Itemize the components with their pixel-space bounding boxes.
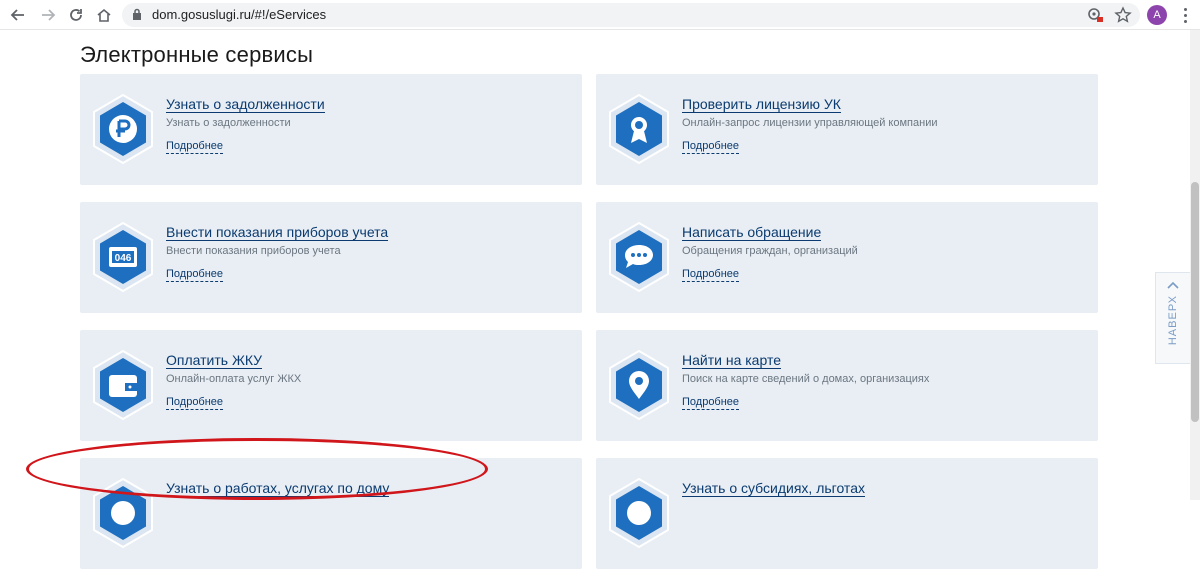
wallet-icon [92, 349, 154, 421]
lock-icon [132, 8, 142, 26]
forward-arrow-icon [42, 9, 56, 21]
card-title-link[interactable]: Узнать о задолженности [166, 96, 325, 113]
page-title: Электронные сервисы [80, 42, 314, 67]
menu-dots-icon[interactable] [1179, 5, 1191, 25]
card-description: Онлайн-оплата услуг ЖКХ [166, 373, 302, 385]
card-description: Поиск на карте сведений о домах, организ… [682, 373, 930, 385]
reload-button[interactable] [66, 5, 86, 25]
card-title-link[interactable]: Внести показания приборов учета [166, 224, 389, 241]
subsidy-icon [608, 477, 670, 549]
service-card[interactable]: Узнать о работах, услугах по дому [80, 458, 582, 569]
service-card[interactable]: Проверить лицензию УК Онлайн-запрос лицен… [596, 74, 1098, 185]
chat-icon [608, 221, 670, 293]
ruble-icon [92, 93, 154, 165]
star-bookmark-icon[interactable] [1114, 6, 1132, 29]
card-more-link[interactable]: Подробнее [166, 268, 224, 282]
service-card[interactable]: 046 Внести показания приборов учета Внести… [80, 202, 582, 313]
card-more-link[interactable]: Подробнее [682, 396, 740, 410]
card-description: Обращения граждан, организаций [682, 245, 858, 257]
home-button[interactable] [94, 5, 114, 25]
url-text: dom.gosuslugi.ru/#!/eServices [152, 7, 327, 22]
forward-button[interactable] [38, 5, 58, 25]
scroll-top-label: НАВЕРХ [1167, 295, 1179, 346]
service-card[interactable]: Написать обращение Обращения граждан, орг… [596, 202, 1098, 313]
card-more-link[interactable]: Подробнее [682, 268, 740, 282]
card-title-link[interactable]: Найти на карте [682, 352, 781, 369]
award-icon [608, 93, 670, 165]
card-title-link[interactable]: Проверить лицензию УК [682, 96, 841, 113]
works-icon [92, 477, 154, 549]
back-arrow-icon [10, 9, 24, 21]
service-card[interactable]: Узнать о задолженности Узнать о задолженн… [80, 74, 582, 185]
meter-icon: 046 [92, 221, 154, 293]
svg-text:046: 046 [115, 253, 132, 264]
back-button[interactable] [8, 5, 28, 25]
card-title-link[interactable]: Узнать о работах, услугах по дому [166, 480, 390, 497]
address-bar[interactable]: dom.gosuslugi.ru/#!/eServices [122, 3, 1140, 27]
service-card[interactable]: Оплатить ЖКУ Онлайн-оплата услуг ЖКХ Подро… [80, 330, 582, 441]
card-description: Узнать о задолженности [166, 117, 291, 129]
card-title-link[interactable]: Узнать о субсидиях, льготах [682, 480, 865, 497]
card-more-link[interactable]: Подробнее [682, 140, 740, 154]
service-card[interactable]: Узнать о субсидиях, льготах [596, 458, 1098, 569]
chevron-up-icon [1167, 281, 1179, 289]
browser-toolbar: dom.gosuslugi.ru/#!/eServices A [0, 0, 1200, 30]
card-description: Внести показания приборов учета [166, 245, 341, 257]
card-description: Онлайн-запрос лицензии управляющей компа… [682, 117, 938, 129]
profile-avatar[interactable]: A [1147, 5, 1167, 25]
home-icon [97, 8, 111, 22]
card-more-link[interactable]: Подробнее [166, 396, 224, 410]
card-more-link[interactable]: Подробнее [166, 140, 224, 154]
map-pin-icon [608, 349, 670, 421]
reload-icon [70, 9, 82, 21]
scroll-top-button[interactable]: НАВЕРХ [1155, 272, 1191, 364]
scrollbar-thumb[interactable] [1191, 182, 1199, 422]
service-card[interactable]: Найти на карте Поиск на карте сведений о … [596, 330, 1098, 441]
site-settings-icon[interactable] [1086, 6, 1104, 29]
page-scrollbar[interactable] [1190, 30, 1200, 500]
card-title-link[interactable]: Написать обращение [682, 224, 822, 241]
card-title-link[interactable]: Оплатить ЖКУ [166, 352, 263, 369]
